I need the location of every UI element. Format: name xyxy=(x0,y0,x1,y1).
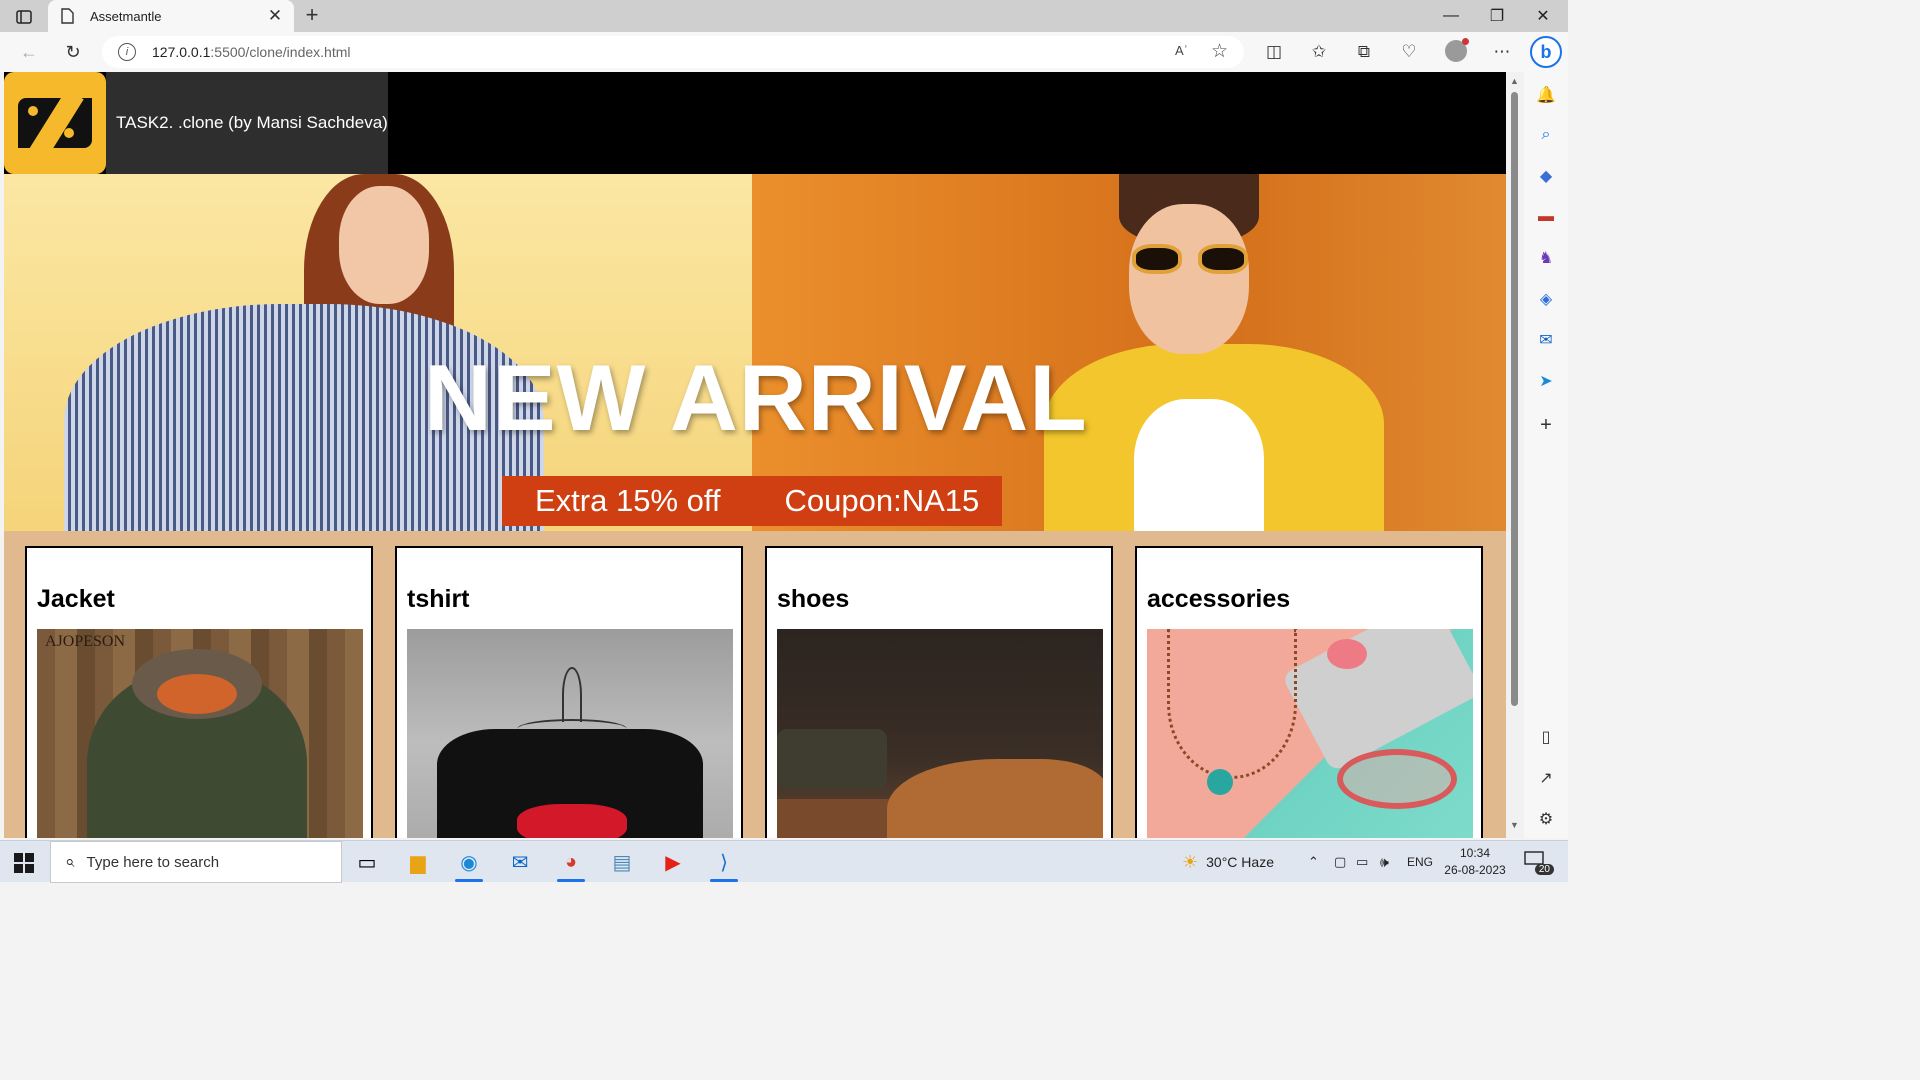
clock-date: 26-08-2023 xyxy=(1444,863,1506,877)
meet-now-icon[interactable]: ▢ xyxy=(1334,841,1346,883)
taskbar-search[interactable]: ⌕ Type here to search xyxy=(50,841,342,883)
microsoft365-icon[interactable]: ◈ xyxy=(1535,288,1557,310)
back-icon[interactable]: ← xyxy=(16,40,42,64)
accessories-image[interactable] xyxy=(1147,629,1473,838)
offer-text: Extra 15% off xyxy=(535,483,721,518)
tshirt-image[interactable] xyxy=(407,629,733,838)
card-title: shoes xyxy=(777,585,850,613)
toolbox-icon[interactable]: ▬ xyxy=(1535,206,1557,228)
category-card-shoes[interactable]: shoes xyxy=(765,546,1113,838)
browser-toolbar: ← ↻ i 127.0.0.1:5500/clone/index.html Aʾ… xyxy=(0,32,1568,72)
minimize-button[interactable]: — xyxy=(1428,0,1474,32)
windows-taskbar: ⌕ Type here to search ▭ ▆ ◉ ✉ ◕ ▤ ▶ ⟩ ☀ … xyxy=(0,840,1568,883)
category-card-accessories[interactable]: accessories xyxy=(1135,546,1483,838)
sidebar-toggle-icon[interactable] xyxy=(8,6,40,28)
notification-dot xyxy=(1462,38,1469,45)
brand-title: TASK2. .clone (by Mansi Sachdeva) xyxy=(106,72,388,174)
system-clock[interactable]: 10:34 26-08-2023 xyxy=(1440,845,1510,879)
notepad-icon[interactable]: ▤ xyxy=(600,846,644,878)
notification-count: 20 xyxy=(1534,864,1554,875)
search-placeholder: Type here to search xyxy=(86,853,220,871)
jacket-image[interactable]: AJOPESON xyxy=(37,629,363,838)
file-explorer-icon[interactable]: ▆ xyxy=(396,846,440,878)
refresh-icon[interactable]: ↻ xyxy=(60,40,86,64)
page-scrollbar[interactable]: ▲ ▼ xyxy=(1506,72,1524,838)
add-icon[interactable]: + xyxy=(1535,414,1557,436)
weather-text: 30°C Haze xyxy=(1206,854,1274,870)
category-card-jacket[interactable]: Jacket AJOPESON xyxy=(25,546,373,838)
coupon-code: Coupon:NA15 xyxy=(784,483,980,518)
card-title: tshirt xyxy=(407,585,470,613)
scroll-thumb[interactable] xyxy=(1511,92,1518,706)
favorites-icon[interactable]: ✩ xyxy=(1307,41,1331,63)
external-link-icon[interactable]: ↗ xyxy=(1535,767,1557,789)
card-title: accessories xyxy=(1147,585,1291,613)
search-icon: ⌕ xyxy=(65,852,75,871)
card-title: Jacket xyxy=(37,585,115,613)
plus-icon[interactable]: + xyxy=(300,4,324,28)
tab-title: Assetmantle xyxy=(90,8,162,24)
search-icon[interactable]: ⌕ xyxy=(1535,124,1557,146)
profile-icon[interactable] xyxy=(1445,38,1469,62)
document-icon xyxy=(58,7,76,25)
address-bar[interactable]: i 127.0.0.1:5500/clone/index.html Aʾ ☆ xyxy=(102,36,1244,68)
tag-icon[interactable]: ◆ xyxy=(1535,165,1557,187)
send-icon[interactable]: ➤ xyxy=(1535,370,1557,392)
site-header: TASK2. .clone (by Mansi Sachdeva) xyxy=(4,72,1506,174)
bell-icon[interactable]: 🔔 xyxy=(1535,84,1557,106)
notification-icon[interactable]: 20 xyxy=(1524,851,1554,875)
logo[interactable] xyxy=(4,72,106,174)
weather-icon: ☀ xyxy=(1182,851,1199,872)
performance-icon[interactable]: ♡ xyxy=(1397,41,1421,63)
logo-mark xyxy=(18,98,92,148)
restore-button[interactable]: ❐ xyxy=(1474,0,1520,32)
shoes-image[interactable] xyxy=(777,629,1103,838)
category-card-tshirt[interactable]: tshirt xyxy=(395,546,743,838)
more-icon[interactable]: ⋯ xyxy=(1490,41,1514,63)
scroll-down-icon[interactable]: ▼ xyxy=(1510,820,1519,830)
settings-icon[interactable]: ⚙ xyxy=(1535,808,1557,830)
bing-icon[interactable]: b xyxy=(1530,36,1562,68)
mail-icon[interactable]: ✉ xyxy=(498,846,542,878)
category-cards: Jacket AJOPESON tshirt shoes accessories xyxy=(4,531,1506,838)
task-view-icon[interactable]: ▭ xyxy=(345,846,389,878)
windows-start-icon[interactable] xyxy=(14,853,34,873)
panel-icon[interactable]: ▯ xyxy=(1535,726,1557,748)
edge-sidebar: 🔔 ⌕ ◆ ▬ ♞ ◈ ✉ ➤ + ▯ ↗ ⚙ xyxy=(1524,72,1568,838)
info-icon[interactable]: i xyxy=(118,43,136,61)
clock-time: 10:34 xyxy=(1459,846,1491,860)
hero-banner: NEW ARRIVAL Extra 15% off Coupon:NA15 xyxy=(4,174,1506,531)
url-text[interactable]: 127.0.0.1:5500/clone/index.html xyxy=(152,44,350,60)
outlook-icon[interactable]: ✉ xyxy=(1535,329,1557,351)
chrome-icon[interactable]: ◕ xyxy=(549,846,593,882)
read-aloud-icon[interactable]: Aʾ xyxy=(1175,43,1188,58)
close-window-button[interactable]: ✕ xyxy=(1520,0,1566,32)
games-icon[interactable]: ♞ xyxy=(1535,247,1557,269)
tab-assetmantle[interactable]: Assetmantle ✕ xyxy=(48,0,294,32)
show-hidden-icons[interactable]: ⌃ xyxy=(1308,841,1319,883)
weather-widget[interactable]: ☀ 30°C Haze xyxy=(1182,841,1274,883)
language-indicator[interactable]: ENG xyxy=(1407,841,1433,883)
split-screen-icon[interactable]: ◫ xyxy=(1262,41,1286,63)
close-icon[interactable]: ✕ xyxy=(266,6,284,26)
collections-icon[interactable]: ⧉ xyxy=(1352,41,1376,63)
star-icon[interactable]: ☆ xyxy=(1211,40,1228,63)
coupon-banner: Extra 15% off Coupon:NA15 xyxy=(502,476,1002,526)
page-viewport: TASK2. .clone (by Mansi Sachdeva) NEW AR… xyxy=(4,72,1506,838)
scroll-up-icon[interactable]: ▲ xyxy=(1510,76,1519,86)
youtube-icon[interactable]: ▶ xyxy=(651,846,695,878)
tab-bar: Assetmantle ✕ + — ❐ ✕ xyxy=(0,0,1568,32)
hero-headline: NEW ARRIVAL xyxy=(424,345,1088,450)
edge-icon[interactable]: ◉ xyxy=(447,846,491,882)
battery-icon[interactable]: ▭ xyxy=(1356,841,1368,883)
volume-icon[interactable]: 🕪 xyxy=(1380,841,1389,883)
vscode-icon[interactable]: ⟩ xyxy=(702,846,746,882)
